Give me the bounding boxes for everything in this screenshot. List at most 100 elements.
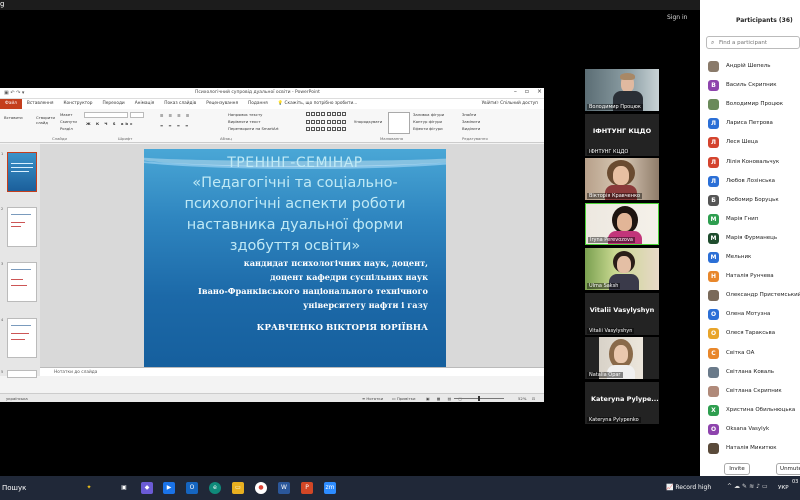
- tab-slideshow[interactable]: Показ слайдів: [159, 99, 201, 109]
- video-tile[interactable]: Ulma Saksh: [585, 248, 659, 290]
- arrange-button[interactable]: Упорядкувати: [354, 119, 382, 124]
- fit-slide-icon[interactable]: ⊡: [532, 396, 535, 401]
- participant-row[interactable]: O Oksana Vasylyk: [708, 423, 800, 438]
- zoom-slider[interactable]: [454, 396, 504, 401]
- participant-row[interactable]: Б Любомир Боруцьк: [708, 194, 800, 209]
- powerpoint-icon[interactable]: P: [301, 482, 313, 494]
- chrome-icon[interactable]: ●: [255, 482, 267, 494]
- video-tile[interactable]: Vitalii Vasylyshyn Vitalii Vasylyshyn: [585, 293, 659, 335]
- align-buttons[interactable]: ≡ ≡ ≡ ≡: [160, 123, 190, 128]
- text-direction-button[interactable]: Напрямок тексту: [228, 112, 262, 117]
- participant-row[interactable]: Н Наталія Рунчева: [708, 271, 800, 285]
- window-controls[interactable]: – ▫ ×: [514, 88, 542, 95]
- participant-row[interactable]: С Світка ОА: [708, 347, 800, 362]
- status-language[interactable]: українська: [6, 396, 28, 401]
- weather-record[interactable]: 📈 Record high: [666, 484, 711, 491]
- zoom-meeting-icon[interactable]: zm: [324, 482, 336, 494]
- participant-row[interactable]: М Марія Гнип: [708, 213, 800, 228]
- quick-access-toolbar[interactable]: ▣ ↶ ↷ ▾: [4, 90, 24, 96]
- paragraph-buttons[interactable]: ☰ ☰ ☰ ☰: [160, 113, 191, 118]
- reset-button[interactable]: Скинути: [60, 119, 77, 124]
- tab-design[interactable]: Конструктор: [58, 99, 97, 109]
- participant-row[interactable]: Світлана Коваль: [708, 366, 800, 381]
- tab-animations[interactable]: Анімація: [130, 99, 160, 109]
- tell-me-box[interactable]: 💡 Скажіть, що потрібно зробити...: [273, 99, 363, 109]
- font-name-box[interactable]: [84, 112, 128, 118]
- minimize-icon[interactable]: –: [514, 88, 517, 95]
- align-text-button[interactable]: Вирівняти текст: [228, 119, 261, 124]
- task-view-icon[interactable]: ▣: [118, 482, 130, 494]
- participant-search[interactable]: ⌕: [706, 36, 800, 49]
- system-tray[interactable]: ^☁✎≋♪▭: [727, 483, 770, 490]
- tab-review[interactable]: Рецензування: [201, 99, 243, 109]
- participant-row[interactable]: М Мельник: [708, 252, 800, 266]
- shape-outline-button[interactable]: Контур фігури: [413, 119, 442, 124]
- font-size-box[interactable]: [130, 112, 144, 118]
- video-tile[interactable]: ІФНТУНГ КЦДО ІФНТУНГ КЦДО: [585, 114, 659, 156]
- word-icon[interactable]: W: [278, 482, 290, 494]
- tab-transitions[interactable]: Переходи: [98, 99, 130, 109]
- slide-thumbnail[interactable]: [7, 152, 37, 192]
- layout-button[interactable]: Макет: [60, 112, 72, 117]
- zoom-slider-knob[interactable]: [478, 396, 480, 401]
- tab-insert[interactable]: Вставлення: [22, 99, 59, 109]
- battery-icon[interactable]: ▭: [762, 483, 770, 490]
- participant-row[interactable]: Л Любов Лозінська: [708, 175, 800, 190]
- close-icon[interactable]: ×: [537, 88, 542, 95]
- language-indicator[interactable]: УКР: [778, 485, 789, 491]
- taskbar-search[interactable]: Пошук: [2, 484, 26, 492]
- invite-button[interactable]: Invite: [724, 463, 750, 475]
- quick-styles-gallery[interactable]: [388, 112, 410, 134]
- participant-row[interactable]: М Марія Фурманець: [708, 232, 800, 247]
- pen-icon[interactable]: ✎: [742, 483, 749, 490]
- section-button[interactable]: Розділ: [60, 126, 73, 131]
- find-button[interactable]: Знайти: [462, 112, 476, 117]
- participant-row[interactable]: Володимир Процюк: [708, 99, 800, 113]
- notes-pane[interactable]: Нотатки до слайда: [40, 367, 544, 376]
- participant-row[interactable]: В Василь Скрипник: [708, 80, 800, 94]
- participant-row[interactable]: Андрій Шепель: [708, 61, 800, 75]
- participant-row[interactable]: Наталія Микитюк: [708, 443, 800, 457]
- convert-smartart-button[interactable]: Перетворити на SmartArt: [228, 126, 279, 131]
- tab-view[interactable]: Подання: [243, 99, 273, 109]
- participant-row[interactable]: Світлана Скрипник: [708, 385, 800, 400]
- copilot-icon[interactable]: ◆: [141, 482, 153, 494]
- participant-row[interactable]: Х Христина Обильнюцька: [708, 404, 800, 419]
- participant-row[interactable]: Л Леся Шеца: [708, 137, 800, 151]
- video-tile[interactable]: Natalia Opar: [585, 337, 659, 379]
- font-format-buttons[interactable]: Ж К Ч S abc: [86, 121, 134, 126]
- video-tile[interactable]: Вікторія Кравченко: [585, 158, 659, 200]
- maximize-icon[interactable]: ▫: [525, 88, 529, 95]
- select-button[interactable]: Виділити: [462, 126, 480, 131]
- slide-thumbnail[interactable]: [7, 370, 37, 378]
- outlook-icon[interactable]: O: [186, 482, 198, 494]
- notes-toggle[interactable]: ≡ Нотатки: [362, 396, 383, 401]
- paste-button[interactable]: Вставити: [4, 115, 23, 120]
- cloud-icon[interactable]: ☁: [734, 483, 742, 490]
- video-tile[interactable]: Володимир Процюк: [585, 69, 659, 111]
- zoom-app-icon[interactable]: ▶: [163, 482, 175, 494]
- sign-in-link[interactable]: Sign in: [667, 14, 687, 21]
- current-slide[interactable]: ТРЕНІНГ-СЕМІНАР «Педагогічні та соціальн…: [144, 149, 446, 376]
- replace-button[interactable]: Замінити: [462, 119, 480, 124]
- participant-search-input[interactable]: [719, 38, 797, 48]
- slide-thumbnail[interactable]: [7, 207, 37, 247]
- slide-thumbnail[interactable]: [7, 262, 37, 302]
- shapes-gallery[interactable]: [306, 112, 346, 134]
- shape-effects-button[interactable]: Ефекти фігури: [413, 126, 443, 131]
- share-button[interactable]: ⚇ Спільний доступ: [495, 101, 538, 106]
- comments-toggle[interactable]: ▭ Примітки: [392, 396, 415, 401]
- participant-row[interactable]: Л Лілія Коновальчук: [708, 156, 800, 171]
- tab-file[interactable]: Файл: [0, 99, 22, 109]
- participant-row[interactable]: Л Лариса Петрова: [708, 118, 800, 132]
- video-tile-active-speaker[interactable]: Iryna Perevozova: [585, 203, 659, 245]
- folder-icon[interactable]: ▭: [232, 482, 244, 494]
- participant-row[interactable]: О Олена Мотузна: [708, 309, 800, 323]
- participant-row[interactable]: О Олеся Тараксьва: [708, 328, 800, 342]
- new-slide-button[interactable]: Створити слайд: [36, 115, 56, 125]
- clock[interactable]: 03: [792, 479, 798, 485]
- shape-fill-button[interactable]: Заливка фігури: [413, 112, 444, 117]
- zoom-level[interactable]: 52%: [518, 396, 526, 401]
- video-tile[interactable]: Kateryna Pylype... Kateryna Pylypenko: [585, 382, 659, 424]
- edge-icon[interactable]: e: [209, 482, 221, 494]
